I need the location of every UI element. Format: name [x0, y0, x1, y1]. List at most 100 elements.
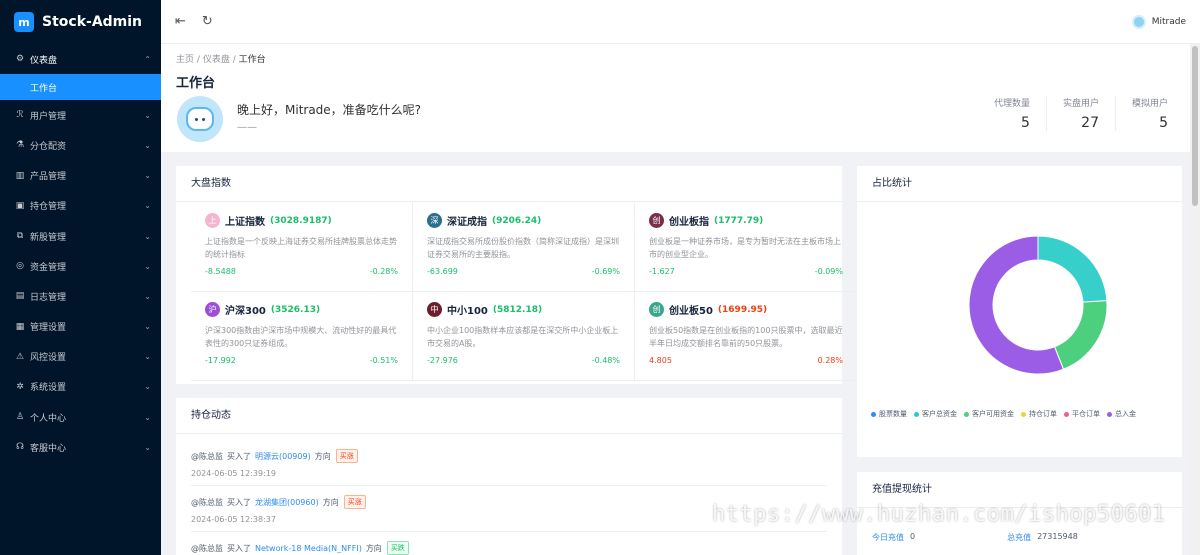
- chevron-down-icon: ⌄: [144, 261, 151, 271]
- sidebar-item-label: 风控设置: [30, 353, 67, 364]
- index-value: (5812.18): [492, 304, 543, 315]
- index-percent: -0.09%: [814, 267, 843, 276]
- stat-real-users: 实盘用户 27: [1045, 96, 1115, 131]
- index-percent: -0.69%: [591, 267, 620, 276]
- robot-avatar: [177, 96, 223, 142]
- ratio-card: 占比统计 股票数量 客户总资金 客户可用资金 持仓订单 平仓订单 总入金: [857, 166, 1182, 457]
- page-header: 主页 / 仪表盘 / 工作台 工作台 晚上好，Mitrade，准备吃什么呢? —…: [161, 44, 1200, 152]
- index-badge-icon: 中: [427, 302, 442, 317]
- index-badge-icon: 创: [649, 302, 664, 317]
- breadcrumb-home[interactable]: 主页: [176, 55, 194, 65]
- sidebar-item-support[interactable]: ☊ 客服中心 ⌄: [0, 432, 161, 462]
- sidebar-item-positions[interactable]: ▣ 持仓管理 ⌄: [0, 191, 161, 221]
- positions-icon: ▣: [15, 200, 25, 211]
- sidebar-item-label: 用户管理: [30, 111, 67, 122]
- index-description: 深证成指交易所成份股价指数（简称深证成指）是深圳证券交易所的主要股指。: [427, 237, 619, 259]
- legend-item[interactable]: 平仓订单: [1064, 409, 1100, 419]
- sidebar-item-ipo[interactable]: ⧉ 新股管理 ⌄: [0, 221, 161, 251]
- legend-label: 客户可用资金: [972, 410, 1014, 418]
- sidebar-item-logs[interactable]: ▤ 日志管理 ⌄: [0, 281, 161, 311]
- legend-dot-icon: [1021, 411, 1026, 417]
- sidebar-item-users[interactable]: ℛ 用户管理 ⌄: [0, 100, 161, 130]
- sidebar-item-system[interactable]: ✲ 系统设置 ⌄: [0, 372, 161, 402]
- headset-icon: ☊: [16, 442, 24, 453]
- index-description: 中小企业100指数样本应该都是在深交所中小企业板上市交易的A股。: [427, 326, 619, 348]
- recharge-summary: 今日充值 0 总充值 27315948: [872, 532, 1167, 543]
- sidebar-item-label: 管理设置: [30, 323, 67, 334]
- breadcrumb: 主页 / 仪表盘 / 工作台: [176, 52, 266, 65]
- index-description: 创业板是一种证券市场，是专为暂时无法在主板市场上市的创业型企业。: [649, 237, 841, 259]
- feed-action: 买入了: [227, 497, 251, 507]
- index-value: (9206.24): [492, 215, 542, 226]
- feed-direction-label: 方向: [322, 497, 339, 507]
- market-index-cell[interactable]: 创创业板50 (1699.95) 创业板50指数是在创业板指的100只股票中，选取最…: [635, 292, 857, 381]
- stock-link[interactable]: Network-18 Media(N_NFFI): [255, 544, 362, 553]
- chevron-down-icon: ⌄: [144, 171, 151, 181]
- admin-settings-icon: ▦: [15, 321, 25, 332]
- legend-item[interactable]: 股票数量: [871, 409, 907, 419]
- donut-slice-1[interactable]: [1053, 300, 1108, 370]
- breadcrumb-separator: /: [196, 55, 200, 65]
- sidebar-item-label: 持仓管理: [30, 202, 67, 213]
- chevron-up-icon: ⌃: [144, 54, 151, 64]
- sidebar: m Stock-Admin ⚙ 仪表盘 ⌃ 工作台 ℛ 用户管理 ⌄ ⚗ 分仓配…: [0, 0, 161, 555]
- sidebar-item-label: 新股管理: [30, 232, 67, 243]
- sidebar-item-products[interactable]: ▥ 产品管理 ⌄: [0, 161, 161, 191]
- position-feed-list: @陈总监 买入了 明源云(00909) 方向 买涨 2024-06-05 12:39:19…: [176, 440, 842, 555]
- position-feed-card: 持仓动态 @陈总监 买入了 明源云(00909) 方向 买涨 2024-06-05 12:…: [176, 398, 842, 555]
- user-icon: ♙: [15, 412, 25, 423]
- market-index-cell[interactable]: 深深证成指 (9206.24) 深证成指交易所成份股价指数（简称深证成指）是深圳证券…: [413, 203, 635, 292]
- chevron-down-icon: ⌄: [144, 110, 151, 120]
- stock-link[interactable]: 龙湖集团(00960): [255, 497, 319, 508]
- page-scrollbar[interactable]: [1190, 44, 1200, 555]
- sidebar-item-label: 分仓配资: [30, 141, 67, 152]
- sidebar-item-admin-settings[interactable]: ▦ 管理设置 ⌄: [0, 312, 161, 342]
- user-name[interactable]: Mitrade: [1152, 17, 1186, 27]
- sidebar-item-funds[interactable]: ◎ 资金管理 ⌄: [0, 251, 161, 281]
- robot-face-icon: [186, 107, 214, 131]
- sidebar-item-allocation[interactable]: ⚗ 分仓配资 ⌄: [0, 130, 161, 160]
- chevron-down-icon: ⌄: [144, 412, 151, 422]
- sidebar-item-workbench[interactable]: 工作台: [0, 74, 161, 101]
- sidebar-item-risk[interactable]: ⚠ 风控设置 ⌄: [0, 342, 161, 372]
- stock-link[interactable]: 明源云(00909): [255, 451, 311, 462]
- chevron-down-icon: ⌄: [144, 442, 151, 452]
- market-index-cell[interactable]: 创创业板指 (1777.79) 创业板是一种证券市场，是专为暂时无法在主板市场上市的…: [635, 203, 857, 292]
- breadcrumb-dashboard[interactable]: 仪表盘: [203, 55, 230, 65]
- market-index-cell[interactable]: 上上证指数 (3028.9187) 上证指数是一个反映上海证券交易所挂牌股票总体走势…: [191, 203, 413, 292]
- refresh-icon[interactable]: ↻: [202, 14, 213, 29]
- logo-icon: m: [14, 12, 34, 32]
- logo[interactable]: m Stock-Admin: [0, 0, 161, 44]
- total-recharge-value: 27315948: [1037, 532, 1078, 541]
- feed-action: 买入了: [227, 543, 251, 553]
- menu-collapse-icon[interactable]: ⇤: [175, 14, 186, 29]
- legend-dot-icon: [1107, 411, 1112, 417]
- sidebar-item-dashboard[interactable]: ⚙ 仪表盘 ⌃: [0, 44, 161, 74]
- market-index-cell[interactable]: 沪沪深300 (3526.13) 沪深300指数由沪深市场中规模大、流动性好的最具代…: [191, 292, 413, 381]
- ratio-donut-chart: [968, 235, 1108, 375]
- avatar[interactable]: [1131, 14, 1146, 29]
- chevron-down-icon: ⌄: [144, 140, 151, 150]
- legend-item[interactable]: 客户可用资金: [964, 409, 1014, 419]
- greeting-text: 晚上好，Mitrade，准备吃什么呢?: [237, 103, 422, 117]
- scrollbar-thumb[interactable]: [1192, 46, 1198, 206]
- legend-item[interactable]: 客户总资金: [914, 409, 957, 419]
- stat-value: 5: [1159, 115, 1168, 131]
- breadcrumb-separator: /: [232, 55, 236, 65]
- index-change: -63.699: [427, 267, 458, 276]
- legend-item[interactable]: 持仓订单: [1021, 409, 1057, 419]
- list-item: @陈总监 买入了 Network-18 Media(N_NFFI) 方向 买跌: [191, 532, 827, 555]
- dashboard-icon: ⚙: [15, 54, 25, 65]
- feed-user: @陈总监: [191, 497, 223, 507]
- sidebar-item-label: 资金管理: [30, 262, 67, 273]
- sidebar-item-profile[interactable]: ♙ 个人中心 ⌄: [0, 402, 161, 432]
- feed-user: @陈总监: [191, 543, 223, 553]
- donut-slice-0[interactable]: [1037, 235, 1108, 303]
- watermark: https://www.huzhan.com/ishop50601: [712, 502, 1166, 527]
- market-index-card: 大盘指数 上上证指数 (3028.9187) 上证指数是一个反映上海证券交易所挂牌股…: [176, 166, 857, 384]
- card-title: 占比统计: [857, 166, 1182, 202]
- market-index-cell[interactable]: 中中小100 (5812.18) 中小企业100指数样本应该都是在深交所中小企业板上…: [413, 292, 635, 381]
- legend-item[interactable]: 总入金: [1107, 409, 1136, 419]
- index-name: 深证成指: [447, 217, 487, 228]
- index-change: 4.805: [649, 356, 672, 365]
